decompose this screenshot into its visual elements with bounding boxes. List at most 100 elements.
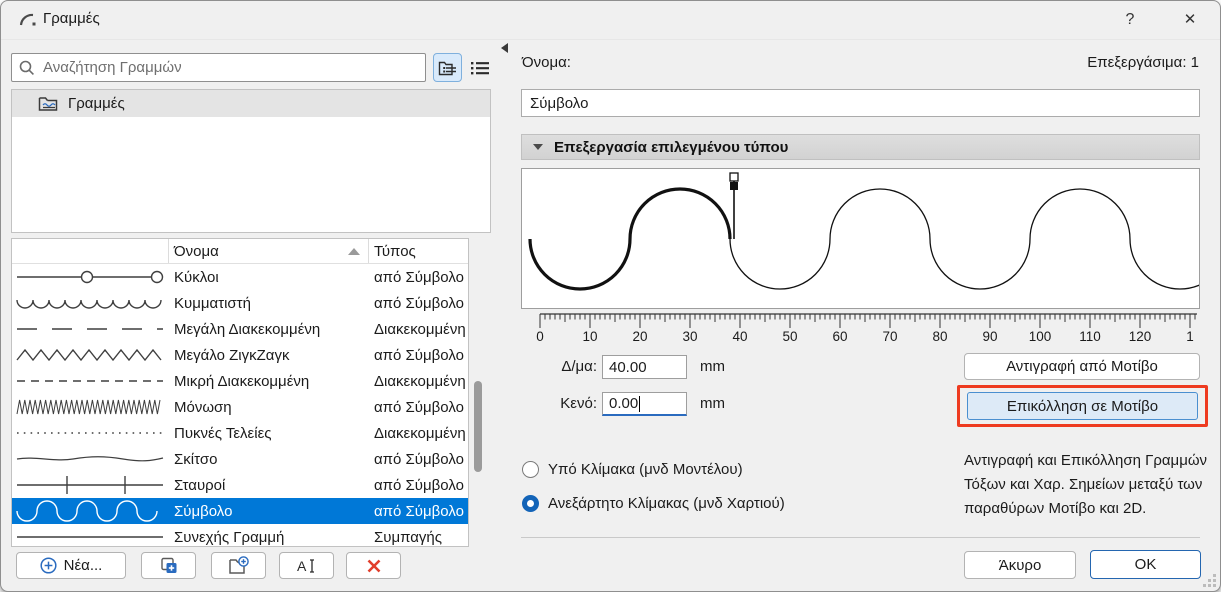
- line-sample-circles: [15, 264, 165, 290]
- delete-x-icon: [366, 558, 382, 574]
- svg-text:120: 120: [1129, 329, 1152, 342]
- sort-ascending-icon: [348, 248, 360, 255]
- table-row[interactable]: Σκίτσοαπό Σύμβολο: [12, 446, 468, 472]
- table-header: Όνομα Τύπος: [12, 239, 468, 264]
- triangle-down-icon: [533, 144, 543, 150]
- duplicate-button[interactable]: [141, 552, 196, 579]
- line-sample-dots: [15, 420, 165, 446]
- panel-collapse-icon[interactable]: [501, 43, 508, 53]
- row-type: Διακεκομμένη: [368, 321, 468, 338]
- row-name: Μόνωση: [168, 399, 368, 416]
- table-row[interactable]: Σταυροίαπό Σύμβολο: [12, 472, 468, 498]
- row-name: Σύμβολο: [168, 503, 368, 520]
- tree-item-lines[interactable]: Γραμμές: [12, 90, 490, 117]
- row-type: από Σύμβολο: [368, 451, 468, 468]
- row-type: από Σύμβολο: [368, 347, 468, 364]
- paste-to-pattern-button[interactable]: Επικόλληση σε Μοτίβο: [967, 392, 1198, 420]
- footer-divider: [521, 537, 1200, 538]
- edit-section-title: Επεξεργασία επιλεγμένου τύπου: [554, 139, 788, 156]
- copy-from-pattern-button[interactable]: Αντιγραφή από Μοτίβο: [964, 353, 1200, 380]
- new-line-button[interactable]: Νέα...: [16, 552, 126, 579]
- line-sample-symbol-wave: [15, 498, 165, 524]
- name-label: Όνομα:: [522, 54, 571, 71]
- svg-text:0: 0: [536, 329, 544, 342]
- scale-radio-option[interactable]: Υπό Κλίμακα (μνδ Μοντέλου): [522, 461, 785, 478]
- table-row[interactable]: Μεγάλο ΖιγκΖαγκαπό Σύμβολο: [12, 342, 468, 368]
- table-row[interactable]: Πυκνές ΤελείεςΔιακεκομμένη: [12, 420, 468, 446]
- line-type-table: Όνομα Τύπος Κύκλοιαπό ΣύμβολοΚυμματιστήα…: [11, 238, 469, 547]
- radio-icon[interactable]: [522, 495, 539, 512]
- row-type: από Σύμβολο: [368, 477, 468, 494]
- table-row[interactable]: Κύκλοιαπό Σύμβολο: [12, 264, 468, 290]
- svg-text:10: 10: [582, 329, 597, 342]
- row-name: Πυκνές Τελείες: [168, 425, 368, 442]
- svg-text:60: 60: [832, 329, 847, 342]
- table-row[interactable]: Σύμβολοαπό Σύμβολο: [12, 498, 468, 524]
- new-folder-button[interactable]: [211, 552, 266, 579]
- list-view-toggle[interactable]: [465, 53, 494, 82]
- svg-text:100: 100: [1029, 329, 1052, 342]
- svg-text:A: A: [297, 558, 307, 574]
- tree-view-toggle[interactable]: [433, 53, 462, 82]
- line-sample-crosses: [15, 472, 165, 498]
- row-name: Σκίτσο: [168, 451, 368, 468]
- ok-button[interactable]: OK: [1090, 550, 1201, 579]
- window-title: Γραμμές: [43, 10, 100, 27]
- gap-label: Κενό:: [521, 395, 597, 412]
- rename-text-cursor-icon: A: [295, 557, 319, 575]
- folder-tree: Γραμμές: [11, 89, 491, 233]
- row-name: Συνεχής Γραμμή: [168, 529, 368, 546]
- svg-text:110: 110: [1079, 329, 1101, 342]
- type-column-header[interactable]: Τύπος: [368, 239, 468, 263]
- rename-button[interactable]: A: [279, 552, 334, 579]
- editable-count: Επεξεργάσιμα: 1: [1087, 54, 1199, 71]
- search-input[interactable]: [41, 58, 425, 77]
- line-sample-long-dash: [15, 316, 165, 342]
- table-row[interactable]: Συνεχής ΓραμμήΣυμπαγής: [12, 524, 468, 547]
- svg-text:30: 30: [682, 329, 697, 342]
- table-row[interactable]: Μόνωσηαπό Σύμβολο: [12, 394, 468, 420]
- table-row[interactable]: Μικρή ΔιακεκομμένηΔιακεκομμένη: [12, 368, 468, 394]
- line-name-input[interactable]: [521, 89, 1200, 117]
- dash-length-input[interactable]: [602, 355, 687, 379]
- plus-circle-icon: [40, 557, 57, 574]
- duplicate-icon: [159, 556, 179, 576]
- line-sample-small-dash: [15, 368, 165, 394]
- line-sample-zigzag: [15, 342, 165, 368]
- svg-text:20: 20: [632, 329, 647, 342]
- cancel-button[interactable]: Άκυρο: [964, 551, 1076, 579]
- line-pattern-preview[interactable]: [521, 168, 1200, 309]
- row-name: Κύκλοι: [168, 269, 368, 286]
- line-table-body: Κύκλοιαπό ΣύμβολοΚυμματιστήαπό ΣύμβολοΜε…: [12, 264, 468, 547]
- help-button[interactable]: ?: [1116, 7, 1144, 33]
- resize-grip[interactable]: [1202, 573, 1216, 587]
- row-type: Διακεκομμένη: [368, 373, 468, 390]
- edit-section-header[interactable]: Επεξεργασία επιλεγμένου τύπου: [521, 134, 1200, 160]
- line-sample-wavy: [15, 290, 165, 316]
- table-row[interactable]: Μεγάλη ΔιακεκομμένηΔιακεκομμένη: [12, 316, 468, 342]
- svg-text:40: 40: [732, 329, 747, 342]
- scale-radio-option[interactable]: Ανεξάρτητο Κλίμακας (μνδ Χαρτιού): [522, 495, 785, 512]
- svg-text:50: 50: [782, 329, 797, 342]
- svg-text:90: 90: [982, 329, 997, 342]
- dash-length-label: Δ/μα:: [521, 358, 597, 375]
- table-scrollbar[interactable]: [474, 381, 482, 472]
- close-button[interactable]: ✕: [1176, 7, 1204, 33]
- wave-pattern: [730, 189, 1199, 289]
- line-sample-solid: [15, 524, 165, 547]
- delete-button[interactable]: [346, 552, 401, 579]
- row-type: από Σύμβολο: [368, 269, 468, 286]
- list-view-icon: [470, 59, 490, 77]
- gap-input[interactable]: 0.00: [602, 392, 687, 416]
- search-box[interactable]: [11, 53, 426, 82]
- dash-unit-label: mm: [700, 358, 725, 375]
- gap-unit-label: mm: [700, 395, 725, 412]
- table-row[interactable]: Κυμματιστήαπό Σύμβολο: [12, 290, 468, 316]
- row-name: Σταυροί: [168, 477, 368, 494]
- row-name: Μικρή Διακεκομμένη: [168, 373, 368, 390]
- text-caret: [639, 396, 640, 412]
- lines-folder-icon: [38, 95, 60, 113]
- wave-selected-segment: [530, 189, 730, 289]
- name-column-header[interactable]: Όνομα: [168, 239, 368, 263]
- radio-icon[interactable]: [522, 461, 539, 478]
